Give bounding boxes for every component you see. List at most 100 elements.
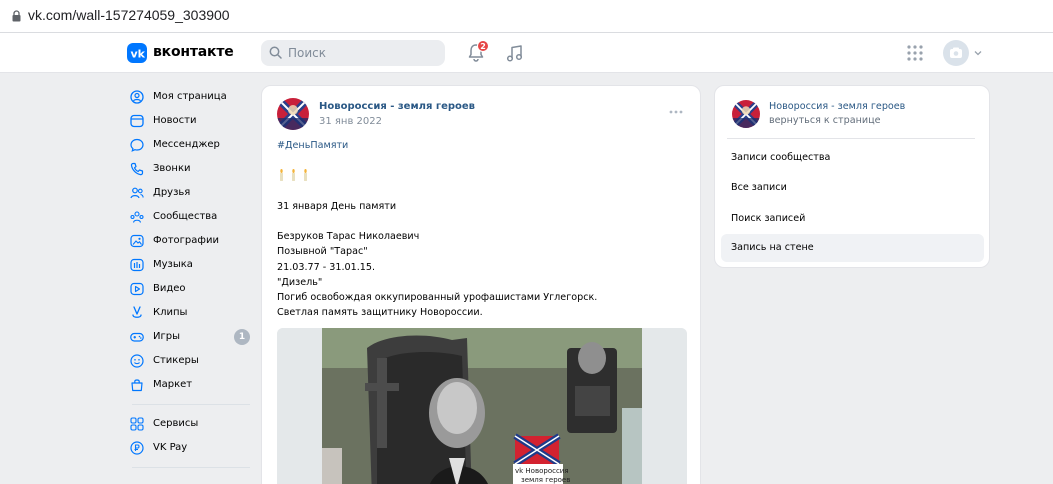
sidebar-item-calls[interactable]: Звонки bbox=[122, 157, 256, 181]
menu-item-label: Записи сообщества bbox=[731, 152, 831, 163]
sidebar-item-label: Маркет bbox=[153, 379, 193, 390]
right-panel: Новороссия - земля героев вернуться к ст… bbox=[714, 85, 990, 268]
back-to-page-link[interactable]: вернуться к странице bbox=[769, 115, 881, 126]
sidebar-item-label: Музыка bbox=[153, 259, 193, 270]
browser-address-bar[interactable]: vk.com/wall-157274059_303900 bbox=[0, 0, 1053, 33]
menu-all-posts[interactable]: Все записи bbox=[721, 174, 984, 202]
menu-item-label: Все записи bbox=[731, 182, 787, 193]
post-author[interactable]: Новороссия - земля героев bbox=[319, 101, 475, 112]
notification-badge: 2 bbox=[477, 40, 489, 52]
community-avatar-small[interactable] bbox=[732, 100, 760, 128]
svg-text:vk: vk bbox=[131, 48, 146, 61]
sidebar-item-label: Стикеры bbox=[153, 355, 199, 366]
games-count-badge: 1 bbox=[234, 329, 250, 345]
menu-wall-post[interactable]: Запись на стене bbox=[721, 234, 984, 262]
candles-emoji: 🕯🕯🕯 bbox=[277, 168, 687, 183]
post-line: Погиб освобождая оккупированный урофашис… bbox=[277, 291, 598, 303]
sidebar-item-news[interactable]: Новости bbox=[122, 109, 256, 133]
sidebar-item-label: Игры bbox=[153, 331, 180, 342]
sidebar-item-label: Фотографии bbox=[153, 235, 219, 246]
vkpay-icon bbox=[130, 441, 144, 455]
sticker-icon bbox=[130, 354, 144, 368]
sidebar-item-label: Моя страница bbox=[153, 91, 227, 102]
address-url[interactable]: vk.com/wall-157274059_303900 bbox=[28, 7, 230, 23]
menu-search-posts[interactable]: Поиск записей bbox=[721, 205, 984, 233]
text-gap bbox=[277, 214, 687, 229]
sidebar-item-label: Новости bbox=[153, 115, 197, 126]
watermark-line-2: земля героев bbox=[521, 476, 570, 484]
communities-icon bbox=[130, 211, 144, 223]
vk-logo-icon[interactable]: vk bbox=[127, 43, 147, 63]
sidebar-item-communities[interactable]: Сообщества bbox=[122, 205, 256, 229]
sidebar-item-label: Сообщества bbox=[153, 211, 218, 222]
post-line: 31 января День памяти bbox=[277, 200, 397, 212]
watermark-line-1: vk Новороссия bbox=[515, 467, 569, 475]
clips-icon bbox=[132, 306, 142, 318]
sidebar-divider bbox=[132, 404, 250, 405]
services-icon bbox=[130, 417, 144, 431]
sidebar-item-label: Клипы bbox=[153, 307, 188, 318]
post-line: Безруков Тарас Николаевич bbox=[277, 231, 420, 243]
vk-header: vk вконтакте Поиск 2 bbox=[0, 33, 1053, 73]
user-avatar[interactable] bbox=[943, 40, 969, 66]
news-icon bbox=[130, 114, 144, 128]
sidebar-item-video[interactable]: Видео bbox=[122, 277, 256, 301]
message-icon bbox=[130, 138, 144, 152]
panel-divider bbox=[727, 138, 975, 139]
search-input[interactable]: Поиск bbox=[261, 40, 445, 66]
sidebar-item-messenger[interactable]: Мессенджер bbox=[122, 133, 256, 157]
menu-item-label: Поиск записей bbox=[731, 213, 806, 224]
sidebar-item-vkpay[interactable]: VK Pay bbox=[122, 436, 256, 460]
post-line: 21.03.77 - 31.01.15. bbox=[277, 261, 376, 273]
chevron-down-icon[interactable] bbox=[974, 50, 982, 56]
apps-grid-icon[interactable] bbox=[907, 45, 923, 61]
sidebar-item-services[interactable]: Сервисы bbox=[122, 412, 256, 436]
sidebar-item-music[interactable]: Музыка bbox=[122, 253, 256, 277]
post-date[interactable]: 31 янв 2022 bbox=[319, 116, 382, 127]
phone-icon bbox=[130, 162, 144, 176]
search-placeholder: Поиск bbox=[288, 46, 327, 60]
sidebar-item-friends[interactable]: Друзья bbox=[122, 181, 256, 205]
community-name-link[interactable]: Новороссия - земля героев bbox=[769, 101, 905, 112]
sidebar-item-clips[interactable]: Клипы bbox=[122, 301, 256, 325]
photo-icon bbox=[130, 234, 144, 248]
games-icon bbox=[130, 332, 144, 342]
community-avatar[interactable] bbox=[277, 98, 309, 130]
logo-text[interactable]: вконтакте bbox=[153, 44, 234, 60]
sidebar-item-label: Друзья bbox=[153, 187, 191, 198]
sidebar-item-label: Звонки bbox=[153, 163, 191, 174]
sidebar-item-label: Сервисы bbox=[153, 418, 199, 429]
lock-icon bbox=[12, 10, 21, 22]
user-circle-icon bbox=[130, 90, 144, 104]
left-sidebar: Моя страница Новости Мессенджер Звонки Д… bbox=[122, 85, 256, 475]
sidebar-divider bbox=[132, 467, 250, 468]
search-icon bbox=[269, 46, 282, 59]
wall-post: Новороссия - земля героев 31 янв 2022 #Д… bbox=[261, 85, 701, 484]
post-line: Позывной "Тарас" bbox=[277, 246, 368, 258]
memorial-photo: vk Новороссия земля героев bbox=[277, 328, 687, 484]
video-icon bbox=[130, 282, 144, 296]
sidebar-item-games[interactable]: Игры 1 bbox=[122, 325, 256, 349]
market-icon bbox=[131, 379, 143, 392]
sidebar-item-stickers[interactable]: Стикеры bbox=[122, 349, 256, 373]
menu-item-label: Запись на стене bbox=[731, 242, 814, 253]
music-icon[interactable] bbox=[506, 44, 523, 62]
music-icon bbox=[130, 258, 144, 272]
sidebar-item-market[interactable]: Маркет bbox=[122, 373, 256, 397]
sidebar-item-label: Мессенджер bbox=[153, 139, 220, 150]
menu-community-posts[interactable]: Записи сообщества bbox=[721, 144, 984, 172]
text-gap bbox=[277, 184, 687, 199]
sidebar-item-label: VK Pay bbox=[153, 442, 188, 453]
novorossia-flag-avatar bbox=[277, 98, 309, 130]
text-gap bbox=[277, 153, 687, 168]
camera-icon bbox=[950, 47, 962, 58]
post-hashtag[interactable]: #ДеньПамяти bbox=[277, 138, 687, 153]
post-photo[interactable]: vk Новороссия земля героев bbox=[277, 328, 687, 484]
post-line: "Дизель" bbox=[277, 276, 323, 288]
more-options-icon[interactable] bbox=[669, 110, 683, 114]
sidebar-item-label: Видео bbox=[153, 283, 186, 294]
candle-icon bbox=[280, 169, 307, 182]
sidebar-item-my-page[interactable]: Моя страница bbox=[122, 85, 256, 109]
post-text: #ДеньПамяти 🕯🕯🕯 31 января День памяти Бе… bbox=[277, 138, 687, 320]
sidebar-item-photos[interactable]: Фотографии bbox=[122, 229, 256, 253]
